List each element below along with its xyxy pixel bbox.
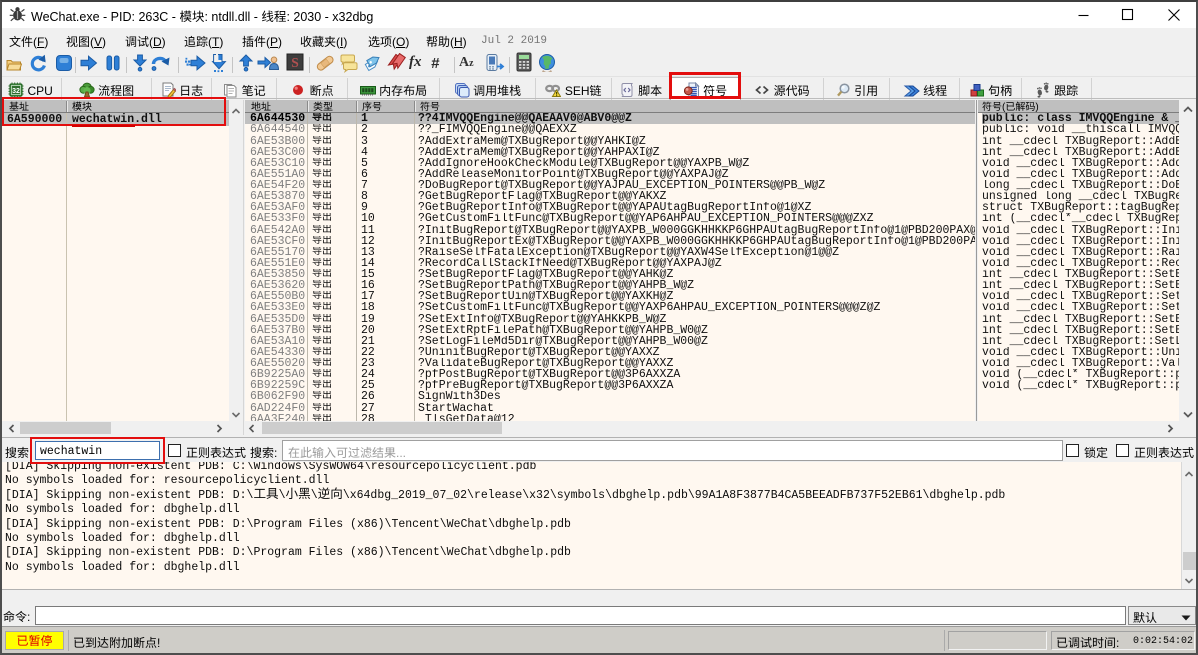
svg-text:32: 32	[12, 88, 20, 95]
svg-text:S: S	[291, 55, 299, 70]
